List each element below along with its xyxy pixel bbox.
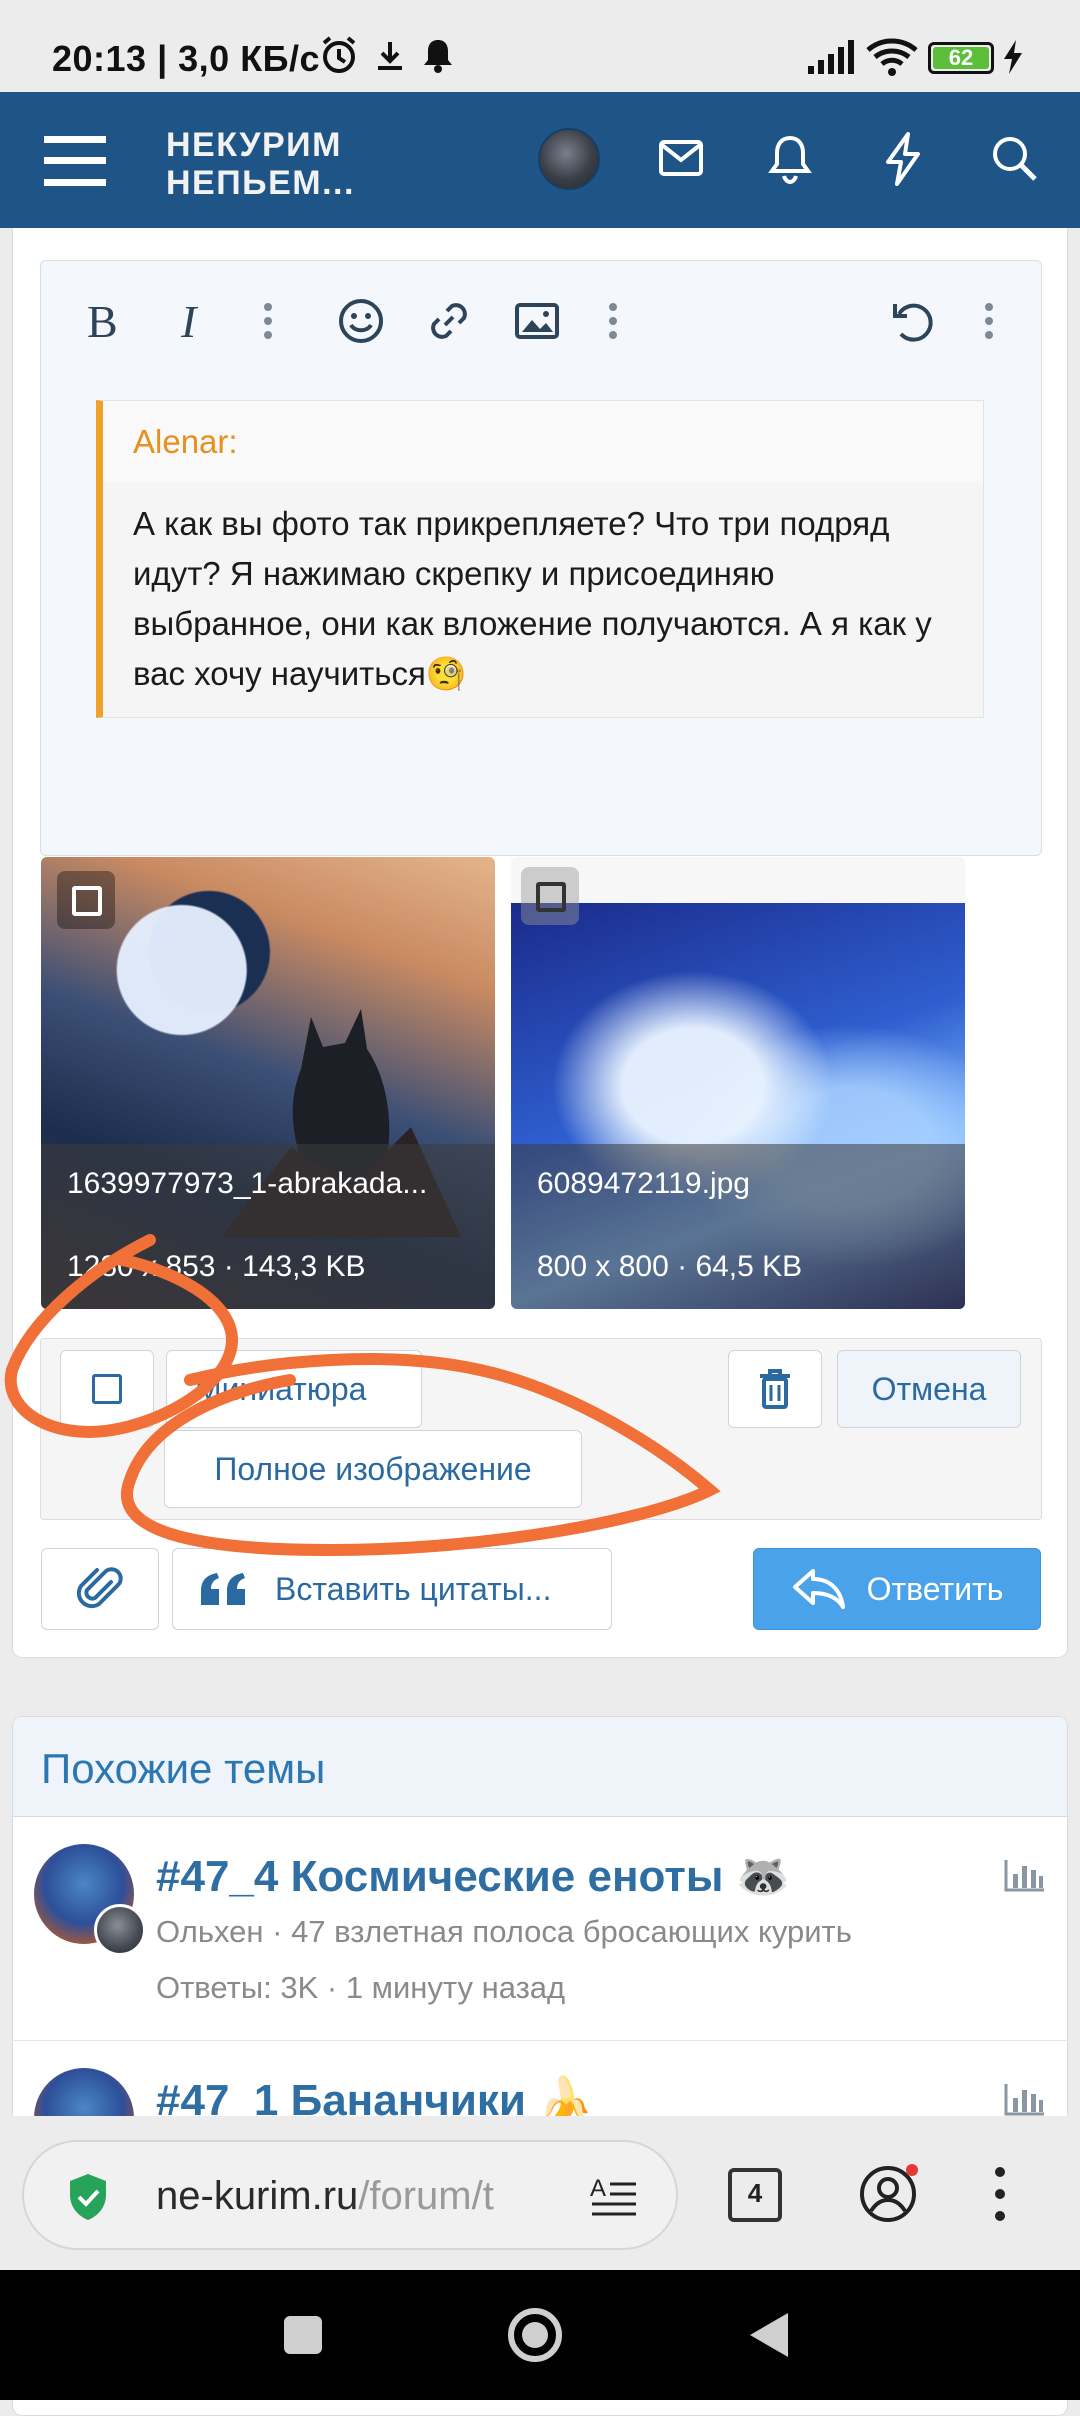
undo-icon (893, 303, 933, 342)
url-domain: ne-kurim.ru (156, 2174, 359, 2218)
thread-last-poster-avatar[interactable] (94, 1904, 146, 1956)
bold-button[interactable]: B (78, 296, 128, 346)
more-vertical-icon (609, 303, 617, 339)
mail-icon[interactable] (658, 138, 704, 178)
undo-button[interactable] (888, 296, 938, 346)
status-time: 20:13 | 3,0 КБ/с (52, 38, 321, 79)
insert-image-button[interactable] (512, 296, 562, 346)
thread-divider (12, 2040, 1068, 2041)
delete-attachments-button[interactable] (728, 1350, 822, 1428)
attachment-filename: 1639977973_1-abrakada... (67, 1167, 428, 1200)
wifi-icon (866, 38, 918, 76)
reply-button-label: Ответить (866, 1570, 1004, 1607)
notification-bell-icon (424, 40, 452, 73)
tab-count: 4 (747, 2178, 763, 2208)
thread-author-forum[interactable]: Ольхен · 47 взлетная полоса бросающих ку… (156, 1914, 852, 1950)
thread-stats: Ответы: 3K · 1 минуту назад (156, 1970, 566, 2005)
more-vertical-icon (264, 303, 272, 339)
bell-icon[interactable] (768, 132, 812, 184)
cancel-button[interactable]: Отмена (837, 1350, 1021, 1428)
hamburger-menu-icon[interactable] (44, 136, 106, 186)
back-button-icon[interactable] (746, 2310, 792, 2360)
home-button-icon[interactable] (506, 2306, 564, 2364)
hand-drawn-annotation (4, 1234, 721, 1557)
bar-chart-icon (1004, 2084, 1044, 2116)
tabs-button[interactable]: 4 (722, 2164, 788, 2226)
italic-button[interactable]: I (166, 296, 216, 346)
smilies-button[interactable] (336, 296, 386, 346)
more-options-button[interactable] (964, 296, 1014, 346)
battery-level: 62 (948, 45, 974, 70)
link-icon (431, 303, 467, 339)
site-header: НЕКУРИМ НЕПЬЕМ... (0, 92, 1080, 228)
quote-text: А как вы фото так прикрепляете? Что три … (133, 505, 932, 692)
url-path: /forum/t (358, 2174, 494, 2218)
address-bar[interactable]: ne-kurim.ru/forum/t A (22, 2140, 678, 2250)
attachment-select-checkbox[interactable] (57, 871, 115, 929)
search-icon[interactable] (990, 134, 1038, 182)
account-icon[interactable] (858, 2164, 918, 2224)
browser-menu-icon[interactable] (994, 2166, 1006, 2222)
quote-author[interactable]: Alenar: (133, 423, 238, 461)
reply-arrow-icon (792, 1569, 845, 1609)
thread-title[interactable]: #47_4 Космические еноты 🦝 (156, 1850, 790, 1902)
svg-text:B: B (87, 299, 118, 343)
status-bar: 20:13 | 3,0 КБ/с 62 (0, 0, 1080, 92)
svg-text:A: A (590, 2175, 606, 2202)
signal-icon (808, 40, 854, 74)
more-vertical-icon (985, 303, 993, 339)
site-name-line1: НЕКУРИМ (166, 126, 342, 164)
system-navigation-bar (0, 2270, 1080, 2400)
reader-mode-icon[interactable]: A (590, 2174, 638, 2218)
alarm-icon (322, 36, 356, 73)
bar-chart-icon (1004, 1860, 1044, 1892)
site-logo[interactable]: НЕКУРИМ НЕПЬЕМ... (166, 126, 355, 202)
more-format-button[interactable] (243, 296, 293, 346)
svg-text:I: I (180, 299, 199, 343)
download-icon (378, 42, 402, 70)
italic-icon: I (180, 299, 199, 343)
secure-shield-icon (70, 2174, 106, 2220)
attachment-filename: 6089472119.jpg (537, 1167, 750, 1200)
recents-button[interactable] (284, 2316, 322, 2354)
smiley-icon (339, 299, 383, 343)
trash-icon (760, 1369, 790, 1409)
image-icon (515, 303, 559, 339)
charging-icon (1004, 40, 1022, 74)
url-text[interactable]: ne-kurim.ru/forum/t (156, 2174, 576, 2219)
reply-button[interactable]: Ответить (753, 1548, 1041, 1630)
bolt-icon[interactable] (884, 132, 922, 186)
browser-toolbar: ne-kurim.ru/forum/t A 4 (0, 2116, 1080, 2270)
attachment-select-checkbox[interactable] (521, 867, 579, 925)
bold-icon: B (87, 299, 118, 343)
more-insert-button[interactable] (588, 296, 638, 346)
insert-link-button[interactable] (424, 296, 474, 346)
battery-indicator: 62 (928, 42, 994, 74)
avatar[interactable] (538, 128, 600, 190)
quote-block: Alenar: А как вы фото так прикрепляете? … (96, 400, 984, 718)
site-name-line2: НЕПЬЕМ... (166, 164, 355, 202)
similar-threads-title[interactable]: Похожие темы (41, 1745, 325, 1793)
